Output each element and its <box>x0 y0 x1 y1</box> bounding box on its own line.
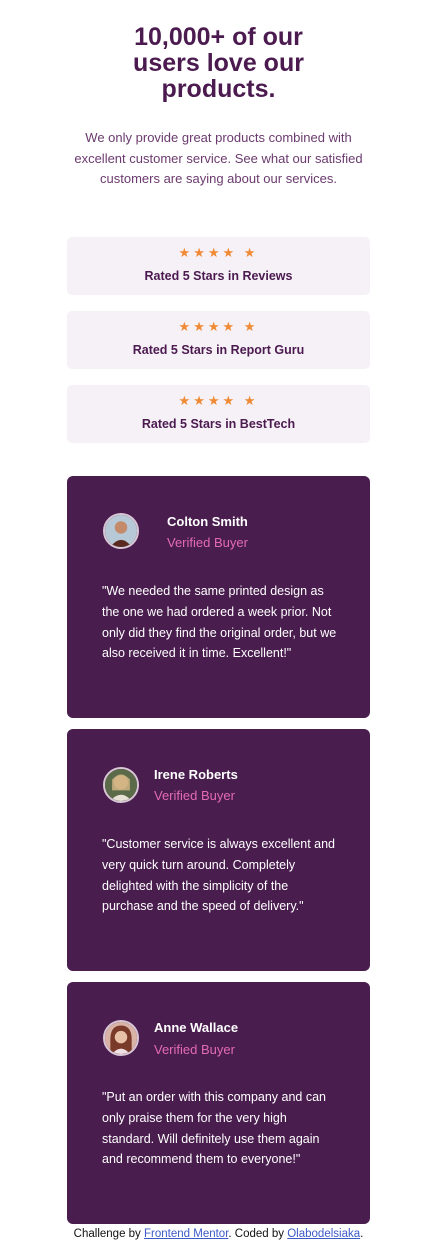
frontend-mentor-link[interactable]: Frontend Mentor <box>144 1228 228 1240</box>
user-avatar-icon <box>105 769 137 801</box>
star-rating-icon: ★★★★ ★ <box>178 393 259 408</box>
avatar <box>103 513 139 549</box>
testimonial-card-colton: Colton Smith Verified Buyer "We needed t… <box>67 476 370 718</box>
avatar <box>103 767 139 803</box>
testimonial-quote: "We needed the same printed design as th… <box>102 584 337 661</box>
page-title: 10,000+ of our users love our products. <box>133 23 304 103</box>
reviewer-name: Anne Wallace <box>154 1020 239 1035</box>
rating-label: Rated 5 Stars in BestTech <box>141 417 296 431</box>
star-rating-icon: ★★★★ ★ <box>178 245 259 260</box>
testimonial-card-anne: Anne Wallace Verified Buyer "Put an orde… <box>67 982 370 1224</box>
rating-card-besttech: ★★★★ ★ Rated 5 Stars in BestTech <box>67 385 370 443</box>
footer-suffix: . <box>360 1228 364 1240</box>
attribution-footer: Challenge by Frontend Mentor. Coded by O… <box>0 1228 437 1240</box>
footer-middle: . Coded by <box>228 1228 285 1240</box>
verified-badge: Verified Buyer <box>154 1042 235 1057</box>
page-description: We only provide great products combined … <box>74 130 363 186</box>
testimonial-quote: "Customer service is always excellent an… <box>102 837 336 914</box>
reviewer-name: Colton Smith <box>167 514 248 529</box>
rating-card-reviews: ★★★★ ★ Rated 5 Stars in Reviews <box>67 237 370 295</box>
user-avatar-icon <box>105 515 137 547</box>
avatar <box>103 1020 139 1056</box>
star-rating-icon: ★★★★ ★ <box>178 319 259 334</box>
user-avatar-icon <box>105 1022 137 1054</box>
testimonial-card-irene: Irene Roberts Verified Buyer "Customer s… <box>67 729 370 971</box>
rating-card-report-guru: ★★★★ ★ Rated 5 Stars in Report Guru <box>67 311 370 369</box>
author-link[interactable]: Olabodelsiaka <box>287 1228 360 1240</box>
footer-prefix: Challenge by <box>73 1228 141 1240</box>
rating-label: Rated 5 Stars in Report Guru <box>132 343 305 357</box>
rating-label: Rated 5 Stars in Reviews <box>144 269 293 283</box>
reviewer-name: Irene Roberts <box>154 767 238 782</box>
testimonial-quote: "Put an order with this company and can … <box>102 1090 327 1167</box>
verified-badge: Verified Buyer <box>167 535 248 550</box>
verified-badge: Verified Buyer <box>154 788 235 803</box>
